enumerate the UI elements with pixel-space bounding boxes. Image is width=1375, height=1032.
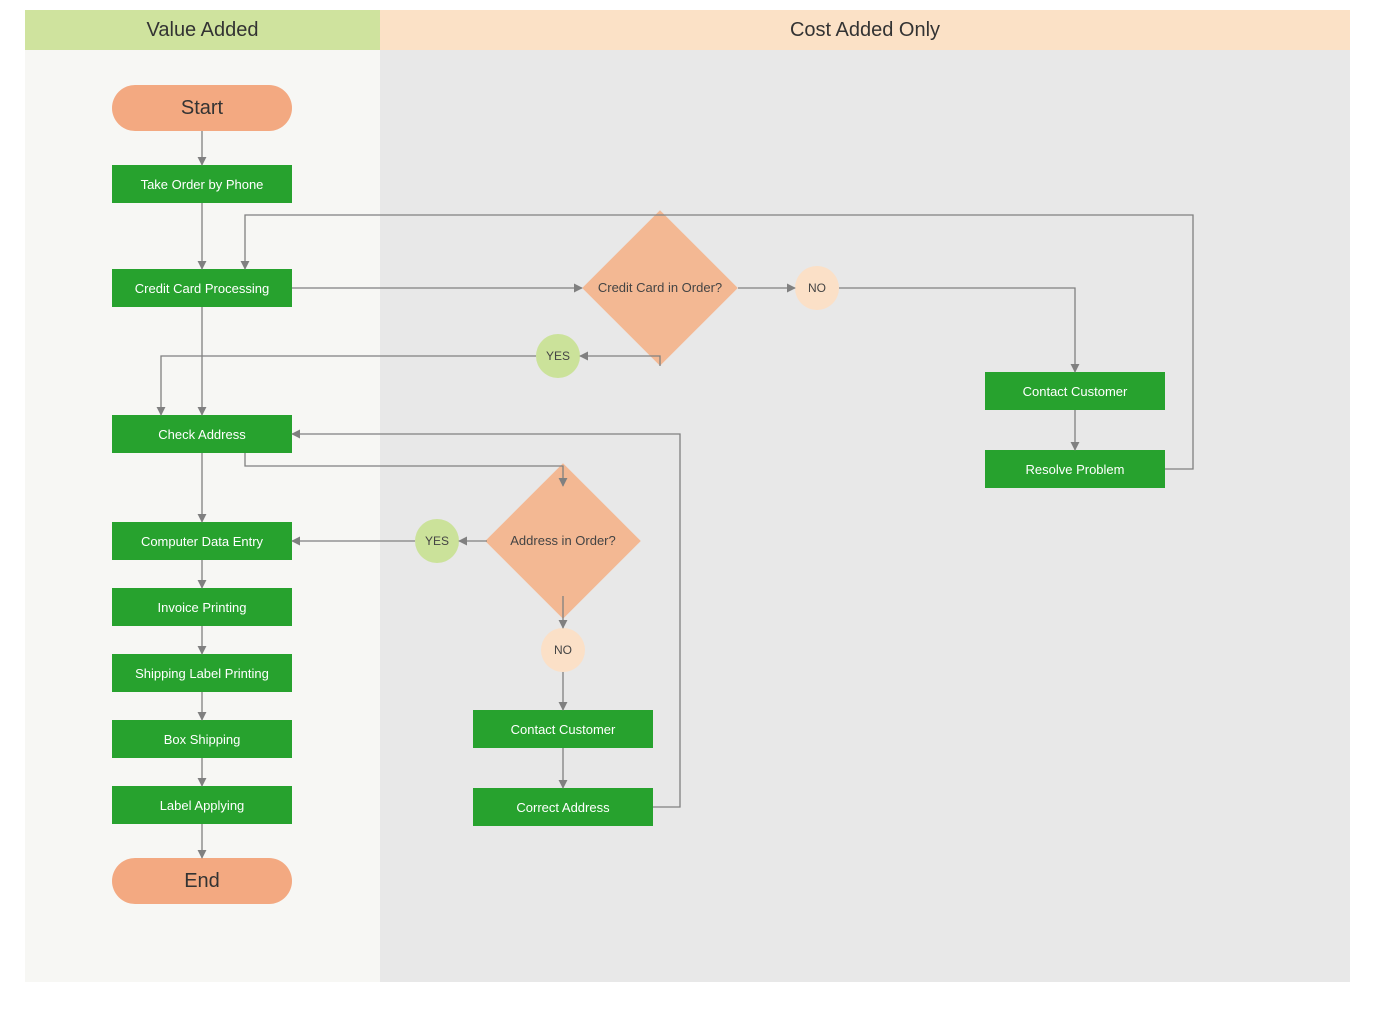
process-invoice: Invoice Printing	[112, 588, 292, 626]
process-cc-processing: Credit Card Processing	[112, 269, 292, 307]
yes-badge-address: YES	[415, 519, 459, 563]
process-take-order: Take Order by Phone	[112, 165, 292, 203]
header-cost-added: Cost Added Only	[380, 10, 1350, 50]
process-box-ship: Box Shipping	[112, 720, 292, 758]
start-terminal: Start	[112, 85, 292, 131]
process-correct-address: Correct Address	[473, 788, 653, 826]
process-contact-customer-2: Contact Customer	[473, 710, 653, 748]
process-resolve-problem: Resolve Problem	[985, 450, 1165, 488]
process-contact-customer-1: Contact Customer	[985, 372, 1165, 410]
process-ship-label: Shipping Label Printing	[112, 654, 292, 692]
no-badge-credit: NO	[795, 266, 839, 310]
flowchart-canvas: Value Added Cost Added Only Start Take O…	[0, 0, 1375, 1032]
no-badge-address: NO	[541, 628, 585, 672]
decision-credit-card-label: Credit Card in Order?	[582, 228, 738, 348]
process-data-entry: Computer Data Entry	[112, 522, 292, 560]
header-value-added: Value Added	[25, 10, 380, 50]
yes-badge-credit: YES	[536, 334, 580, 378]
process-check-address: Check Address	[112, 415, 292, 453]
process-label-apply: Label Applying	[112, 786, 292, 824]
decision-address-label: Address in Order?	[485, 482, 641, 600]
end-terminal: End	[112, 858, 292, 904]
